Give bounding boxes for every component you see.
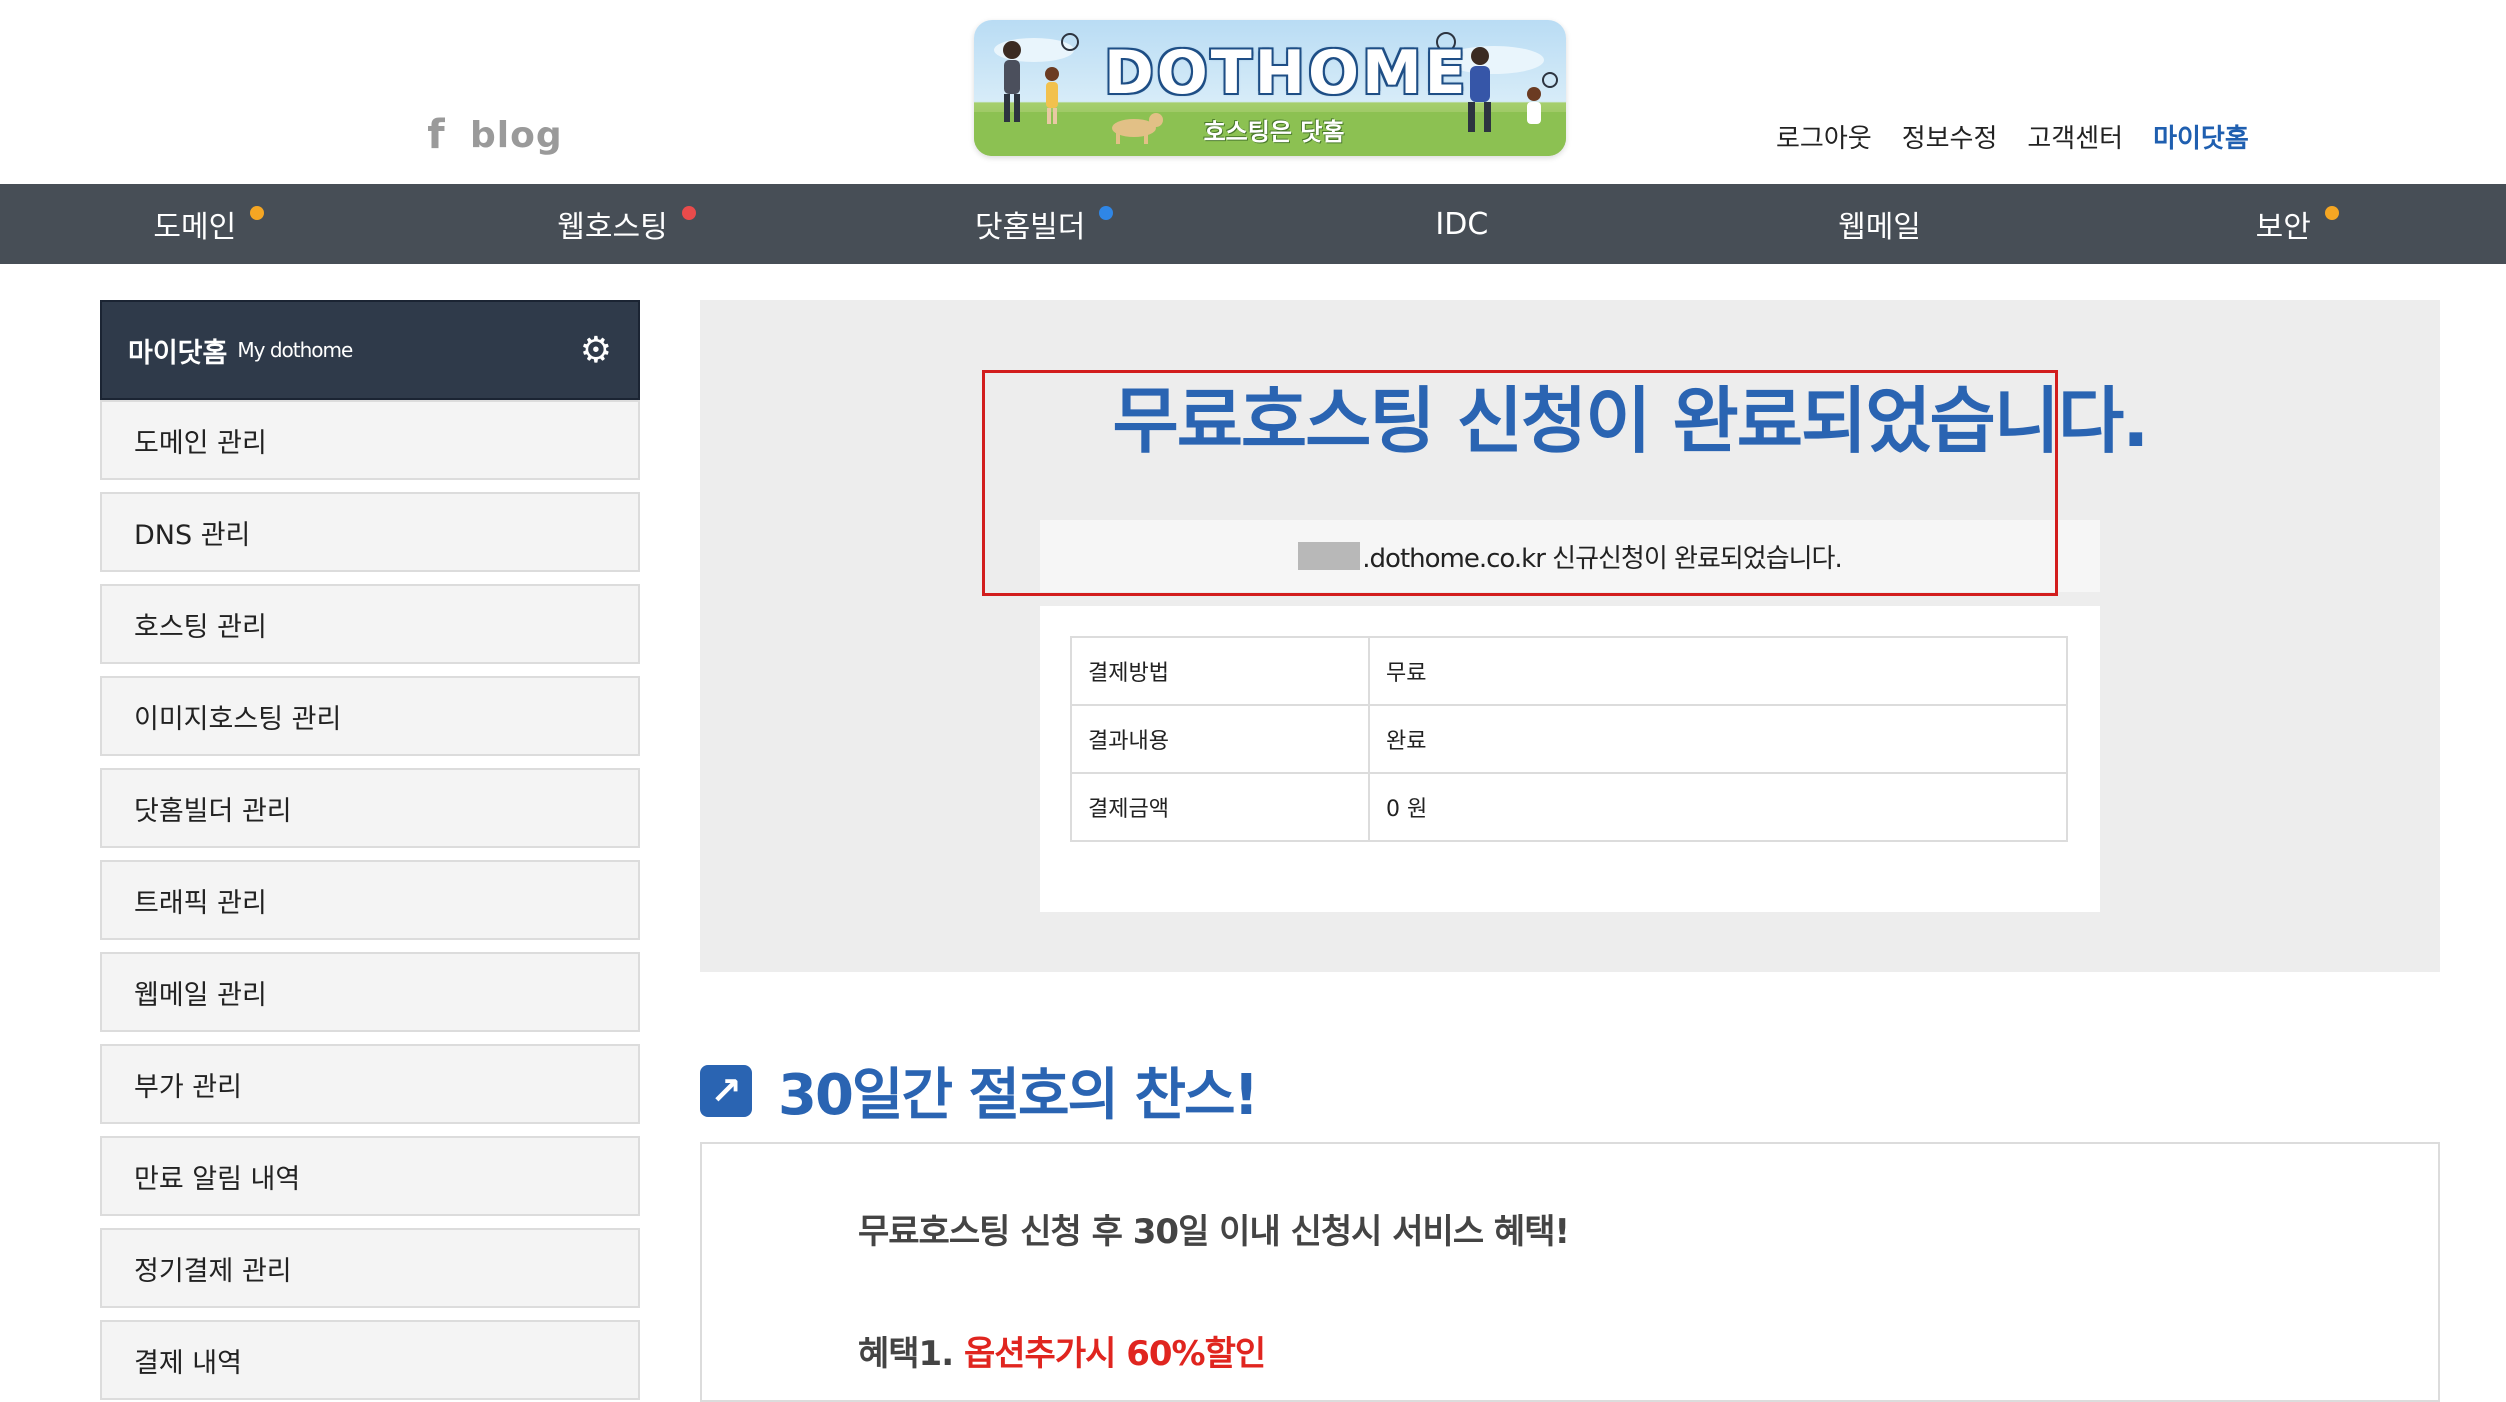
sidebar-item-builder[interactable]: 닷홈빌더 관리 — [100, 768, 640, 848]
benefit-1-highlight: 옵션추가시 60%할인 — [963, 1334, 1266, 1374]
nav-webhosting-dot — [681, 206, 696, 220]
logout-link[interactable]: 로그아웃 — [1776, 118, 1872, 155]
benefit-1-prefix: 혜택1. — [858, 1334, 964, 1374]
completion-message-box: .dothome.co.kr 신규신청이 완료되었습니다. — [1040, 520, 2100, 592]
main-nav: 도메인 웹호스팅 닷홈빌더 IDC 웹메일 보안 — [0, 184, 2506, 264]
social-links: f blog — [424, 112, 563, 158]
arrow-up-right-icon: ↗ — [700, 1064, 752, 1117]
sidebar-title: 마이닷홈 — [128, 337, 228, 369]
logo-title: DOTHOME — [1104, 38, 1469, 108]
promo-title: 30일간 절호의 찬스! — [778, 1063, 1259, 1128]
nav-domain-label: 도메인 — [153, 210, 237, 245]
result-content-value: 완료 — [1368, 704, 2068, 774]
masked-subdomain — [1298, 542, 1361, 570]
result-content-label: 결과내용 — [1070, 704, 1370, 774]
sidebar-item-domain[interactable]: 도메인 관리 — [100, 400, 640, 480]
nav-domain-dot — [250, 206, 265, 220]
completion-message: .dothome.co.kr 신규신청이 완료되었습니다. — [1362, 543, 1842, 574]
sidebar-item-traffic[interactable]: 트래픽 관리 — [100, 860, 640, 940]
sidebar-item-hosting[interactable]: 호스팅 관리 — [100, 584, 640, 664]
payment-method-value: 무료 — [1368, 636, 2068, 706]
site-header: f blog DOTHOME 호스팅은 닷홈 로그아웃 정보수정 고객센터 마이… — [0, 0, 2506, 184]
sidebar-item-recurring-payment[interactable]: 정기결제 관리 — [100, 1228, 640, 1308]
payment-table: 결제방법 무료 결과내용 완료 결제금액 0 원 — [1070, 636, 2068, 842]
my-dothome-link[interactable]: 마이닷홈 — [2153, 118, 2249, 155]
nav-webhosting[interactable]: 웹호스팅 — [418, 184, 836, 264]
payment-amount-value: 0 원 — [1368, 772, 2068, 842]
table-row: 결과내용 완료 — [1070, 704, 2068, 774]
promo-section-title: ↗ 30일간 절호의 찬스! — [700, 1050, 1259, 1131]
facebook-icon[interactable]: f — [424, 112, 448, 158]
benefit-1: 혜택1. 옵션추가시 60%할인 — [858, 1326, 1266, 1375]
sidebar-item-payment-history[interactable]: 결제 내역 — [100, 1320, 640, 1400]
nav-domain[interactable]: 도메인 — [0, 184, 418, 264]
sidebar-item-expiry-alerts[interactable]: 만료 알림 내역 — [100, 1136, 640, 1216]
table-row: 결제금액 0 원 — [1070, 772, 2068, 842]
payment-method-label: 결제방법 — [1070, 636, 1370, 706]
sidebar-item-addons[interactable]: 부가 관리 — [100, 1044, 640, 1124]
blog-link[interactable]: blog — [470, 115, 563, 156]
edit-info-link[interactable]: 정보수정 — [1902, 118, 1998, 155]
nav-security[interactable]: 보안 — [2088, 184, 2506, 264]
completion-title: 무료호스팅 신청이 완료되었습니다. — [1112, 379, 2149, 463]
payment-amount-label: 결제금액 — [1070, 772, 1370, 842]
logo-subtitle: 호스팅은 닷홈 — [1203, 118, 1345, 146]
sidebar: 마이닷홈 My dothome ⚙ 도메인 관리 DNS 관리 호스팅 관리 이… — [100, 300, 640, 1400]
nav-idc-label: IDC — [1435, 206, 1489, 242]
nav-webhosting-label: 웹호스팅 — [557, 210, 668, 245]
customer-center-link[interactable]: 고객센터 — [2027, 118, 2123, 155]
sidebar-item-dns[interactable]: DNS 관리 — [100, 492, 640, 572]
table-row: 결제방법 무료 — [1070, 636, 2068, 706]
nav-builder-label: 닷홈빌더 — [974, 210, 1086, 245]
nav-idc[interactable]: IDC — [1253, 184, 1671, 264]
sidebar-item-webmail[interactable]: 웹메일 관리 — [100, 952, 640, 1032]
sidebar-item-image-hosting[interactable]: 이미지호스팅 관리 — [100, 676, 640, 756]
nav-webmail-label: 웹메일 — [1838, 210, 1921, 245]
top-utility-nav: 로그아웃 정보수정 고객센터 마이닷홈 — [1776, 118, 2249, 155]
nav-security-dot — [2324, 206, 2339, 220]
dothome-logo[interactable]: DOTHOME 호스팅은 닷홈 — [974, 20, 1566, 156]
nav-builder-dot — [1099, 206, 1114, 220]
nav-security-label: 보안 — [2255, 210, 2311, 245]
sidebar-title-en: My dothome — [237, 338, 353, 362]
nav-webmail[interactable]: 웹메일 — [1671, 184, 2089, 264]
promo-lead: 무료호스팅 신청 후 30일 이내 신청시 서비스 혜택! — [858, 1212, 1570, 1252]
gear-icon[interactable]: ⚙ — [580, 330, 612, 371]
sidebar-header: 마이닷홈 My dothome ⚙ — [100, 300, 640, 400]
nav-builder[interactable]: 닷홈빌더 — [835, 184, 1253, 264]
